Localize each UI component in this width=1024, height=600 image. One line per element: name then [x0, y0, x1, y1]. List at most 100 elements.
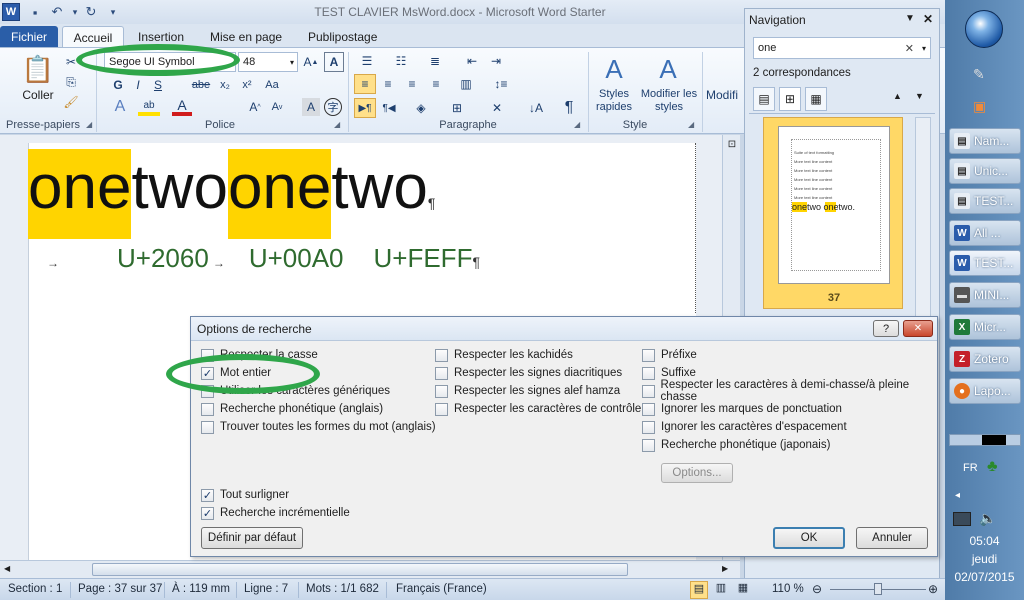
redo-icon[interactable]: ↻ [82, 3, 100, 21]
save-icon[interactable]: ▪ [26, 3, 44, 21]
strikethrough-button[interactable]: abe [190, 76, 212, 94]
nav-close-icon[interactable]: ✕ [923, 12, 933, 26]
distributed-icon[interactable]: ▥ [456, 74, 476, 94]
zoom-in-icon[interactable]: ⊕ [928, 582, 938, 596]
nav-menu-icon[interactable]: ▼ [905, 13, 915, 24]
status-page[interactable]: Page : 37 sur 37 [78, 583, 162, 595]
scroll-left-icon[interactable]: ◀ [4, 564, 10, 573]
status-position[interactable]: À : 119 mm [172, 583, 230, 595]
show-hidden-icons[interactable]: ◂ [955, 490, 960, 501]
taskbar-item[interactable]: X Micr... [949, 314, 1021, 340]
tab-accueil[interactable]: Accueil [62, 26, 124, 48]
font-size-combo[interactable]: 48 ▾ [238, 52, 298, 72]
clock-date[interactable]: 02/07/2015 [945, 570, 1024, 584]
format-painter-icon[interactable]: 🖌 [62, 94, 80, 110]
option-control-chars[interactable]: Respecter les caractères de contrôle [435, 400, 641, 418]
align-center-icon[interactable]: ≡ [378, 74, 398, 94]
checkbox[interactable] [642, 348, 655, 362]
option-sounds-like[interactable]: Recherche phonétique (anglais) [201, 400, 436, 418]
print-layout-icon[interactable]: ▤ [690, 581, 708, 599]
ok-button[interactable]: OK [773, 527, 845, 549]
checkbox-checked[interactable]: ✓ [201, 506, 214, 520]
copy-icon[interactable]: ⎘ [62, 74, 80, 90]
justify-icon[interactable]: ≡ [426, 74, 446, 94]
volume-icon[interactable]: 🔈 [979, 510, 996, 527]
start-button[interactable] [965, 10, 1003, 48]
tab-publipostage[interactable]: Publipostage [298, 26, 387, 48]
font-color-icon[interactable]: A [172, 97, 192, 116]
taskbar-item[interactable]: ● Lapo... [949, 378, 1021, 404]
font-launcher-icon[interactable]: ◢ [334, 120, 340, 129]
page-thumbnail[interactable]: Suite of text formatting More text line … [763, 117, 903, 309]
undo-icon[interactable]: ↶ [48, 3, 66, 21]
status-section[interactable]: Section : 1 [8, 583, 62, 595]
checkbox[interactable] [201, 420, 214, 434]
italic-button[interactable]: I [130, 76, 146, 94]
checkbox[interactable] [201, 402, 214, 416]
checkbox[interactable] [435, 348, 448, 362]
option-ignore-space[interactable]: Ignorer les caractères d'espacement [642, 418, 937, 436]
paste-icon[interactable]: 📋 [18, 52, 58, 86]
web-layout-icon[interactable]: ▦ [734, 581, 752, 599]
next-match-icon[interactable]: ▼ [915, 91, 924, 101]
previous-match-icon[interactable]: ▲ [893, 91, 902, 101]
zoom-level[interactable]: 110 % [772, 583, 804, 595]
checkbox[interactable] [642, 366, 655, 380]
checkbox[interactable] [642, 384, 655, 398]
taskbar-item[interactable]: ▤ Unic... [949, 158, 1021, 184]
change-styles-icon[interactable]: A [650, 52, 686, 86]
option-all-word-forms[interactable]: Trouver toutes les formes du mot (anglai… [201, 418, 436, 436]
increase-indent-icon[interactable]: ⇥ [486, 52, 506, 70]
align-left-icon[interactable]: ≡ [354, 74, 376, 94]
scroll-thumb[interactable] [982, 435, 1006, 445]
headings-view-icon[interactable]: ▤ [753, 87, 775, 111]
ruler-toggle-icon[interactable]: ⊡ [725, 139, 739, 153]
dialog-close-button[interactable]: ✕ [903, 320, 933, 337]
status-line[interactable]: Ligne : 7 [244, 583, 288, 595]
clock-time[interactable]: 05:04 [945, 534, 1024, 548]
taskbar-item[interactable]: W All ... [949, 220, 1021, 246]
editing-label[interactable]: Modifi [706, 88, 738, 102]
asian-layout-icon[interactable]: ✕ [486, 98, 508, 118]
scroll-right-icon[interactable]: ▶ [722, 564, 728, 573]
multilevel-list-icon[interactable]: ≣ [424, 52, 446, 70]
option-sounds-like-jp[interactable]: Recherche phonétique (japonais) [642, 436, 937, 454]
grow-font-button-icon[interactable]: A ^ [246, 98, 264, 116]
option-diacritics[interactable]: Respecter les signes diacritiques [435, 364, 641, 382]
decrease-indent-icon[interactable]: ⇤ [462, 52, 482, 70]
quick-styles-label[interactable]: Styles rapides [590, 88, 638, 114]
superscript-icon[interactable]: x² [238, 76, 256, 94]
customize-qat-icon[interactable]: ▾ [104, 3, 122, 21]
style-launcher-icon[interactable]: ◢ [688, 120, 694, 129]
option-prefix[interactable]: Préfixe [642, 346, 937, 364]
nav-scrollbar[interactable] [915, 117, 931, 317]
clipboard-launcher-icon[interactable]: ◢ [86, 120, 92, 129]
option-alef-hamza[interactable]: Respecter les signes alef hamza [435, 382, 641, 400]
chevron-down-icon[interactable]: ▾ [922, 44, 926, 53]
status-words[interactable]: Mots : 1/1 682 [306, 583, 379, 595]
pages-view-icon[interactable]: ⊞ [779, 87, 801, 111]
option-width[interactable]: Respecter les caractères à demi-chasse/à… [642, 379, 937, 403]
network-icon[interactable] [953, 512, 971, 526]
enclose-characters-icon[interactable]: 字 [324, 98, 342, 116]
pinned-app-icon[interactable]: ▣ [973, 98, 986, 115]
dialog-help-button[interactable]: ? [873, 320, 899, 337]
clear-search-icon[interactable]: ✕ [905, 42, 914, 55]
shrink-font-icon[interactable]: Av [268, 98, 286, 116]
taskbar-item[interactable]: ▤ TEST... [949, 188, 1021, 214]
clock-day[interactable]: jeudi [945, 552, 1024, 566]
taskbar-item-active[interactable]: W TEST... [949, 250, 1021, 276]
taskbar-item[interactable]: Z Zotero [949, 346, 1021, 372]
scroll-thumb[interactable] [92, 563, 628, 576]
bullets-icon[interactable]: ☰ [356, 52, 378, 70]
underline-button[interactable]: S [150, 76, 166, 94]
option-highlight-all[interactable]: ✓ Tout surligner [201, 486, 350, 504]
option-incremental[interactable]: ✓ Recherche incrémentielle [201, 504, 350, 522]
quick-styles-icon[interactable]: A [596, 52, 632, 86]
grow-font-icon[interactable]: A ▲ [302, 52, 320, 72]
zoom-slider-thumb[interactable] [874, 583, 882, 595]
shading-icon[interactable]: ◈ [410, 98, 432, 118]
line-spacing-icon[interactable]: ↕≡ [490, 74, 512, 94]
checkbox[interactable] [435, 402, 448, 416]
paragraph-launcher-icon[interactable]: ◢ [574, 120, 580, 129]
